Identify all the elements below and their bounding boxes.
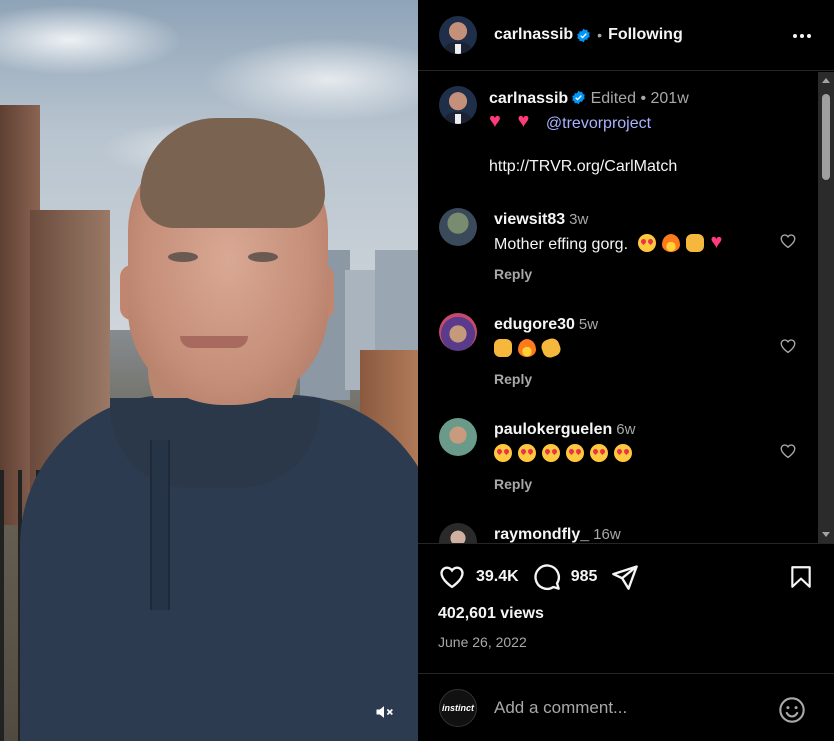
edited-label: Edited: [590, 90, 636, 107]
heart-eyes-icon: [566, 444, 584, 462]
add-comment-bar: instinct: [418, 673, 834, 741]
scrollbar-thumb[interactable]: [822, 94, 830, 180]
reply-button[interactable]: Reply: [494, 476, 532, 492]
media-person-placket: [150, 440, 170, 610]
paper-plane-icon: [612, 565, 639, 590]
comments-count[interactable]: 985: [571, 568, 598, 586]
post-date[interactable]: June 26, 2022: [438, 634, 527, 650]
comment-time[interactable]: 16w: [593, 526, 621, 543]
comment-text: [494, 444, 638, 464]
commenter-username[interactable]: edugore30: [494, 316, 575, 333]
more-options-button[interactable]: [790, 24, 814, 48]
pink-heart-icon: [710, 231, 728, 254]
heart-eyes-icon: [614, 444, 632, 462]
comment-body: Mother effing gorg.: [494, 236, 629, 253]
comments-scrollbar[interactable]: [818, 72, 834, 543]
like-button[interactable]: [438, 563, 466, 591]
post-side-panel: carlnassib • Following carlnassib Edited: [418, 0, 834, 741]
verified-badge-icon: [572, 90, 585, 105]
action-bar: 39.4K 985: [438, 563, 639, 591]
fire-icon: [662, 234, 681, 252]
comment-like-icon[interactable]: [779, 232, 797, 250]
mention-link[interactable]: @trevorproject: [546, 115, 651, 132]
media-person-eye: [248, 252, 278, 262]
heart-outline-icon: [440, 566, 464, 589]
scroll-down-arrow-icon[interactable]: [822, 532, 830, 537]
media-person-hair: [140, 118, 325, 228]
heart-eyes-icon: [542, 444, 560, 462]
heart-eyes-icon: [518, 444, 536, 462]
likes-count[interactable]: 39.4K: [476, 568, 519, 586]
bookmark-icon[interactable]: [788, 563, 814, 591]
more-horizontal-icon: [807, 34, 811, 38]
scroll-up-arrow-icon[interactable]: [822, 78, 830, 83]
caption-time[interactable]: 201w: [651, 90, 689, 107]
commenter-avatar[interactable]: [439, 208, 477, 246]
comments-list[interactable]: carlnassib Edited • 201w @trevorproject …: [418, 72, 834, 543]
commenter-username[interactable]: paulokerguelen: [494, 421, 612, 438]
commenter-avatar[interactable]: [439, 418, 477, 456]
comment-time[interactable]: 6w: [616, 421, 635, 438]
media-person-mouth: [180, 336, 248, 348]
avatar-shirt: [455, 44, 461, 54]
comment-header: raymondfly_ 16w: [494, 526, 621, 543]
heart-eyes-icon: [638, 234, 657, 252]
author-avatar[interactable]: [439, 16, 477, 54]
post-actions: 39.4K 985 402,601 views June 26, 2022: [418, 543, 834, 673]
pink-heart-icon: [489, 110, 507, 133]
comment-like-icon[interactable]: [779, 337, 797, 355]
speaker-muted-icon: [376, 706, 393, 718]
commenter-avatar[interactable]: [439, 313, 477, 351]
viewer-avatar: instinct: [439, 688, 477, 727]
fire-icon: [518, 339, 536, 357]
reply-button[interactable]: Reply: [494, 371, 532, 387]
post-header: carlnassib • Following: [418, 0, 834, 71]
header-separator: •: [597, 27, 603, 43]
media-person-eye: [168, 252, 198, 262]
commenter-avatar[interactable]: [439, 523, 477, 543]
comment-time[interactable]: 3w: [569, 211, 588, 228]
caption-username[interactable]: carlnassib: [489, 90, 568, 107]
comment-button[interactable]: [533, 563, 561, 591]
caption-separator: •: [640, 90, 647, 107]
comment-like-icon[interactable]: [779, 442, 797, 460]
reply-button[interactable]: Reply: [494, 266, 532, 282]
author-avatar[interactable]: [439, 86, 477, 124]
author-username[interactable]: carlnassib: [494, 26, 573, 44]
raising-hands-icon: [686, 234, 705, 252]
pink-heart-icon: [517, 110, 535, 133]
comment-header: paulokerguelen 6w: [494, 421, 635, 439]
mute-toggle-button[interactable]: [370, 698, 398, 726]
post-media-video[interactable]: [0, 0, 418, 741]
caption-url-link[interactable]: http://TRVR.org/CarlMatch: [489, 158, 677, 176]
comment-header: edugore30 5w: [494, 316, 598, 334]
more-horizontal-icon: [793, 34, 797, 38]
comment-text: Mother effing gorg.: [494, 231, 734, 254]
heart-eyes-icon: [494, 444, 512, 462]
share-button[interactable]: [611, 563, 639, 591]
raising-hands-icon: [494, 339, 512, 357]
avatar-shirt: [455, 114, 461, 124]
heart-eyes-icon: [590, 444, 608, 462]
commenter-username[interactable]: viewsit83: [494, 211, 565, 228]
smiley-icon[interactable]: [778, 696, 806, 724]
caption-header: carlnassib Edited • 201w: [489, 90, 689, 108]
commenter-username[interactable]: raymondfly_: [494, 526, 589, 543]
following-button[interactable]: Following: [608, 26, 683, 44]
more-horizontal-icon: [800, 34, 804, 38]
caption-text: @trevorproject: [489, 110, 651, 133]
comment-input[interactable]: [494, 697, 764, 718]
comment-header: viewsit83 3w: [494, 211, 588, 229]
comment-time[interactable]: 5w: [579, 316, 598, 333]
clapping-hands-icon: [539, 336, 563, 360]
verified-badge-icon: [577, 28, 590, 42]
comment-text: [494, 336, 566, 360]
speech-bubble-icon: [534, 564, 560, 590]
views-count[interactable]: 402,601 views: [438, 605, 544, 623]
